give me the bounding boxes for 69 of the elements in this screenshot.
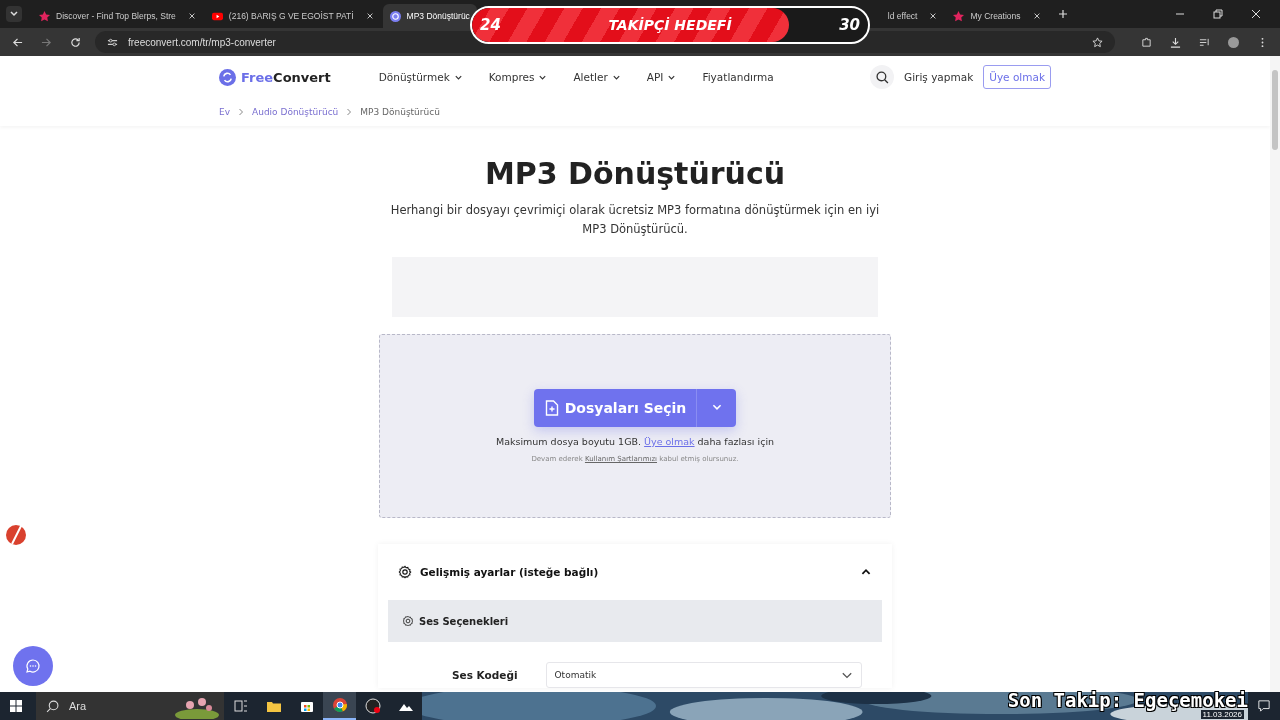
field-label: Ses Kodeği [452,669,518,681]
browser-tab[interactable]: MP3 Dönüştürüc [382,4,477,28]
chevron-right-icon [345,108,354,116]
close-icon[interactable] [929,12,938,20]
chat-icon [25,658,41,674]
upload-options-button[interactable] [696,389,737,427]
gear-icon [402,615,414,627]
taskbar-search-field[interactable]: Ara [36,692,224,720]
chrome-taskbar-icon[interactable] [323,692,356,720]
star-icon [953,10,965,22]
search-icon [46,699,59,713]
browser-tab[interactable]: (216) BARIŞ G VE EGOİST PATİ [204,4,381,28]
bookmark-star-icon[interactable] [1092,36,1103,48]
site-settings-icon[interactable] [107,36,118,48]
video-icon [211,10,223,22]
breadcrumb-link[interactable]: Ev [219,107,230,117]
restore-icon[interactable] [1213,9,1223,19]
breadcrumb-current: MP3 Dönüştürücü [360,107,440,117]
nav-menu-item[interactable]: API [646,71,677,83]
profile-avatar-icon[interactable] [1228,36,1239,48]
back-icon[interactable] [12,36,23,48]
chevron-right-icon [237,108,245,116]
browser-tab[interactable]: ld effect [880,4,945,28]
forward-icon[interactable] [41,36,52,48]
close-icon[interactable] [365,12,374,20]
taskbar-date: 11.03.2026 [1200,710,1244,719]
download-icon[interactable] [1170,36,1181,48]
login-link[interactable]: Giriş yapmak [904,71,974,83]
extensions-icon[interactable] [1141,36,1152,48]
settings-toggle[interactable]: Gelişmiş ayarlar (isteğe bağlı) [388,544,882,600]
chat-button[interactable] [13,646,53,686]
search-button[interactable] [870,65,895,89]
close-icon[interactable] [1251,9,1261,19]
nav-menu-item[interactable]: Kompres [488,71,548,83]
close-icon[interactable] [187,12,196,20]
media-icon[interactable] [1199,36,1210,48]
choose-files-button[interactable]: Dosyaları Seçin [533,389,697,427]
signup-link[interactable]: Üye olmak [644,436,695,447]
chevron-down-icon [9,9,19,19]
feather-logo-icon [4,522,28,546]
site-logo[interactable]: FreeConvert [241,69,331,85]
codec-dropdown[interactable]: Otomatik [545,662,862,688]
goal-label: TAKİPÇİ HEDEFİ [608,17,732,33]
nav-menu-item[interactable]: Fiyatlandırma [702,71,774,83]
search-icon [875,70,889,84]
notification-icon[interactable] [1258,700,1270,712]
file-add-icon [543,400,559,416]
goal-target-count: 30 [839,16,860,34]
file-size-note: Maksimum dosya boyutu 1GB. Üye olmak daha fazlası için [495,436,775,447]
section-header: Ses Seçenekleri [388,600,882,642]
gear-icon [398,565,412,579]
star-icon [39,10,50,22]
signup-button[interactable]: Üye olmak [983,65,1051,89]
page-title: MP3 Dönüştürücü [484,156,786,191]
nav-menu-item[interactable]: Aletler [573,71,621,83]
tab-list-button[interactable] [6,6,22,22]
nav-menu-item[interactable]: Dönüştürmek [378,71,463,83]
convert-icon [389,10,401,22]
windows-start-icon[interactable] [10,700,22,712]
goal-current-count: 24 [480,16,501,34]
reload-icon[interactable] [70,36,81,48]
close-icon[interactable] [1032,12,1041,20]
page-description: Herhangi bir dosyayı çevrimiçi olarak ücretsiz MP3 formatına dönüştürmek için en iyi MP3 Dönüştürücü. [389,202,881,238]
browser-tab[interactable]: Discover - Find Top Blerps, Stre [32,4,203,28]
breadcrumb-link[interactable]: Audio Dönüştürücü [252,107,339,117]
browser-tab[interactable]: My Creations [946,4,1048,28]
scrollbar[interactable] [1270,56,1280,692]
new-tab-icon[interactable] [1057,9,1068,19]
logo-icon [219,68,236,86]
